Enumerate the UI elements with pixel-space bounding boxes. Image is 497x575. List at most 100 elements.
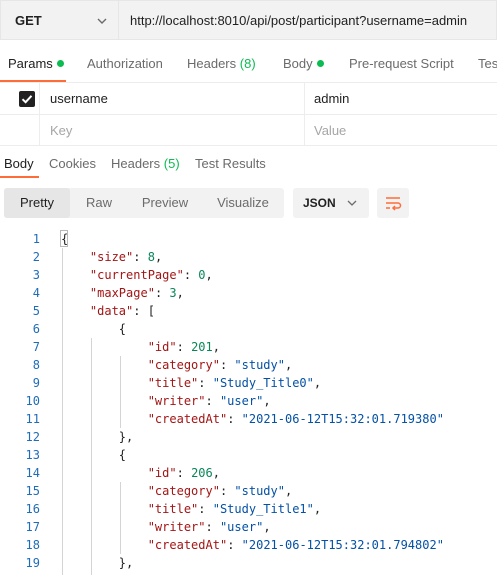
tab-label: Headers	[111, 156, 161, 171]
code-token: "2021-06-12T15:32:01.719380"	[241, 412, 444, 426]
view-label: Raw	[85, 195, 112, 210]
code-token: "user"	[219, 394, 264, 408]
params-table: username admin Key Value	[0, 82, 497, 146]
key-placeholder: Key	[50, 123, 73, 138]
tab-response-headers[interactable]: Headers (5)	[111, 156, 180, 171]
param-value: admin	[314, 91, 350, 106]
tab-pre-request-script[interactable]: Pre-request Script	[349, 56, 454, 71]
line-number: 1	[32, 232, 40, 246]
line-number: 13	[25, 448, 40, 462]
url-input[interactable]: http://localhost:8010/api/post/participa…	[119, 0, 497, 40]
format-select[interactable]: JSON	[293, 188, 369, 218]
tab-response-body[interactable]: Body	[4, 156, 34, 171]
table-row: username admin	[0, 82, 497, 114]
code-text: "writer": "user",	[61, 518, 271, 536]
code-token: ,	[263, 520, 271, 534]
code-token: ,	[176, 286, 184, 300]
line-number: 6	[32, 322, 40, 336]
code-token: ,	[212, 340, 220, 354]
view-raw-button[interactable]: Raw	[70, 188, 128, 218]
code-token: "id"	[147, 340, 177, 354]
code-text: "title": "Study_Title1",	[61, 500, 321, 518]
chevron-down-icon	[97, 18, 107, 24]
code-line: 15 "category": "study",	[0, 482, 497, 500]
code-token: ,	[313, 376, 322, 390]
status-dot-icon	[316, 60, 324, 67]
tab-authorization[interactable]: Authorization	[87, 56, 163, 71]
view-preview-button[interactable]: Preview	[128, 188, 202, 218]
view-mode-selector: Pretty Raw Preview Visualize	[4, 188, 284, 218]
line-number: 7	[32, 340, 40, 354]
code-token: "2021-06-12T15:32:01.794802"	[241, 538, 444, 552]
code-token: ,	[212, 466, 220, 480]
tab-cookies[interactable]: Cookies	[49, 156, 96, 171]
value-placeholder: Value	[314, 123, 347, 138]
code-token: {	[61, 448, 127, 462]
tab-params[interactable]: Params	[8, 56, 64, 71]
code-line: 3 "currentPage": 0,	[0, 266, 497, 284]
code-text: "currentPage": 0,	[61, 266, 213, 284]
code-token: "writer"	[147, 520, 206, 534]
code-token: "createdAt"	[147, 412, 228, 426]
view-pretty-button[interactable]: Pretty	[4, 188, 70, 218]
code-line: 2 "size": 8,	[0, 248, 497, 266]
code-text: },	[61, 428, 133, 446]
code-text: "createdAt": "2021-06-12T15:32:01.794802…	[61, 536, 444, 554]
code-text: "maxPage": 3,	[61, 284, 184, 302]
code-line: 19 },	[0, 554, 497, 572]
code-token: :	[198, 376, 213, 390]
code-token: ,	[154, 250, 163, 264]
format-label: JSON	[303, 196, 336, 210]
wrap-lines-button[interactable]	[377, 188, 409, 218]
param-checkbox-cell	[0, 115, 40, 146]
code-token: :	[176, 340, 192, 354]
tab-tests[interactable]: Tes	[478, 56, 497, 71]
tab-headers[interactable]: Headers (8)	[187, 56, 256, 71]
tab-label: Cookies	[49, 156, 96, 171]
param-key-field[interactable]: username	[41, 83, 305, 114]
tab-body[interactable]: Body	[283, 56, 324, 71]
code-token: "study"	[234, 358, 285, 372]
line-number: 12	[25, 430, 40, 444]
code-text: },	[61, 554, 133, 572]
line-number: 15	[25, 484, 40, 498]
param-checkbox[interactable]	[19, 91, 35, 107]
tab-count: (8)	[239, 56, 256, 71]
tab-label: Authorization	[87, 56, 163, 71]
line-number: 9	[32, 376, 40, 390]
code-token: 0	[198, 268, 206, 282]
code-line: 14 "id": 206,	[0, 464, 497, 482]
tab-test-results[interactable]: Test Results	[195, 156, 266, 171]
code-line: 12 },	[0, 428, 497, 446]
code-token: },	[61, 430, 134, 444]
code-token: :	[219, 358, 235, 372]
response-body-code[interactable]: 1{2 "size": 8, 3 "currentPage": 0, 4 "maxP…	[0, 230, 497, 575]
new-value-field[interactable]: Value	[306, 115, 497, 146]
code-token: {	[61, 232, 69, 246]
code-token: "Study_Title1"	[212, 502, 314, 516]
new-key-field[interactable]: Key	[41, 115, 305, 146]
line-number: 14	[25, 466, 40, 480]
view-visualize-button[interactable]: Visualize	[202, 188, 284, 218]
code-token: "title"	[147, 376, 199, 390]
code-text: "category": "study",	[61, 482, 293, 500]
method-label: GET	[15, 12, 42, 28]
line-number: 3	[32, 268, 40, 282]
code-line: 10 "writer": "user",	[0, 392, 497, 410]
code-token: :	[227, 412, 242, 426]
param-value-field[interactable]: admin	[306, 83, 497, 114]
tab-label: Test Results	[195, 156, 266, 171]
code-token: "category"	[147, 484, 220, 498]
method-select[interactable]: GET	[0, 0, 119, 40]
code-line: 9 "title": "Study_Title0",	[0, 374, 497, 392]
table-row-empty: Key Value	[0, 114, 497, 146]
request-tabs: Params Authorization Headers (8) Body Pr…	[0, 50, 497, 82]
code-text: {	[61, 320, 126, 338]
